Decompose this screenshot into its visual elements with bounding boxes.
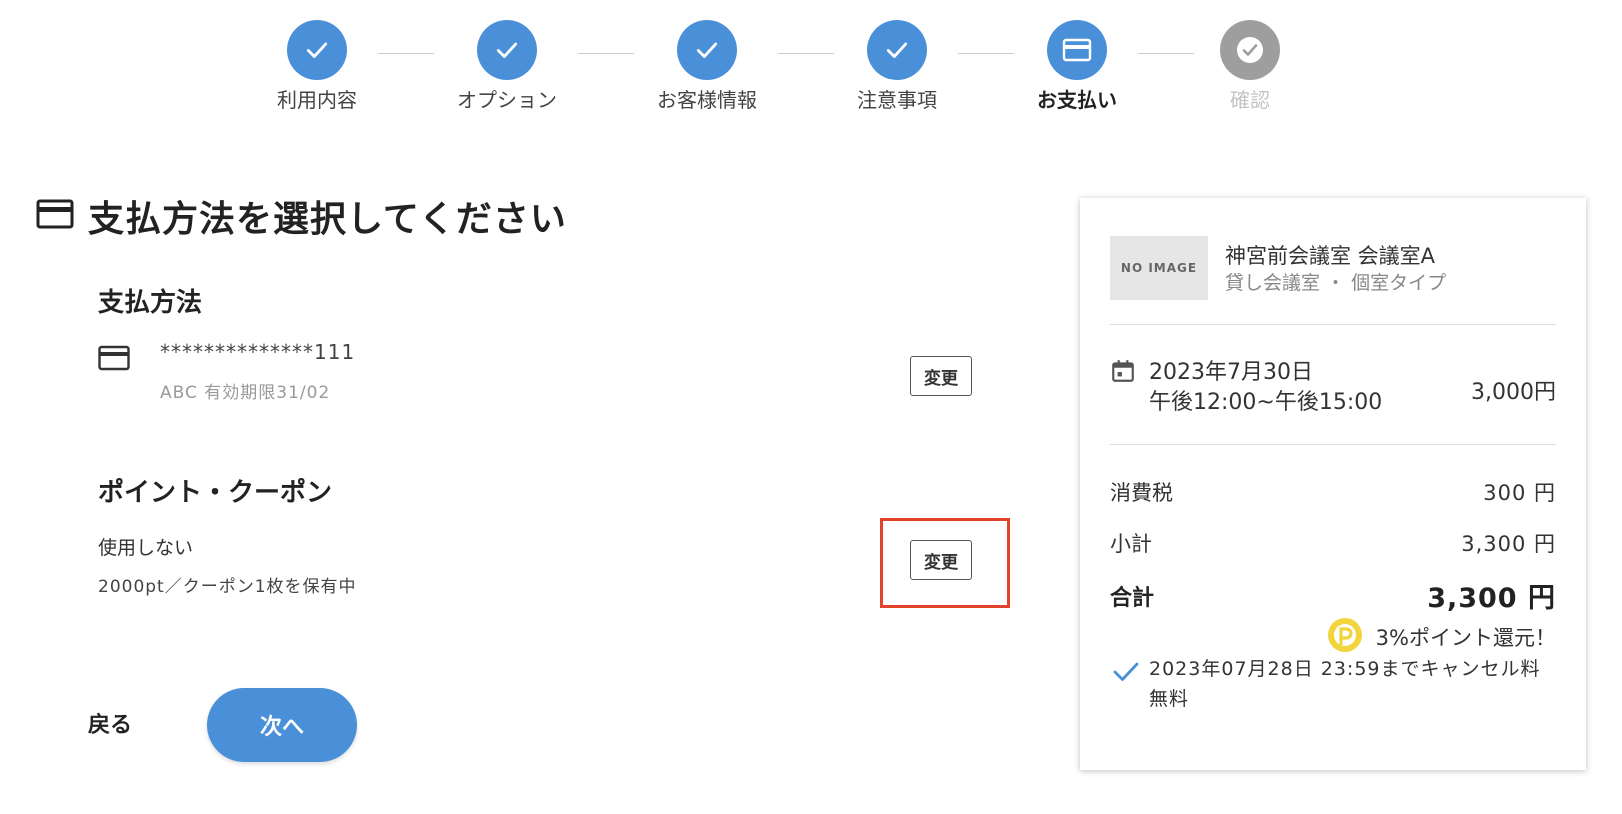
total-label: 合計	[1110, 586, 1155, 611]
step-label: お客様情報	[657, 88, 757, 112]
coupon-info: 2000pt／クーポン1枚を保有中	[98, 577, 357, 597]
credit-card-icon	[98, 345, 130, 375]
back-button[interactable]: 戻る	[88, 707, 132, 739]
base-price: 3,000円	[1471, 380, 1556, 405]
calendar-icon	[1110, 358, 1136, 388]
check-icon	[477, 20, 537, 80]
change-payment-button[interactable]: 変更	[910, 356, 972, 396]
booking-date: 2023年7月30日	[1149, 360, 1313, 385]
check-icon	[677, 20, 737, 80]
step-label: お支払い	[1037, 88, 1117, 112]
credit-card-icon	[36, 198, 74, 234]
card-number: **************111	[160, 340, 356, 364]
check-icon	[287, 20, 347, 80]
points-coupon-heading: ポイント・クーポン	[98, 478, 333, 508]
page-title: 支払方法を選択してください	[88, 199, 567, 240]
tax-label: 消費税	[1110, 481, 1173, 505]
booking-time: 午後12:00~午後15:00	[1149, 390, 1383, 415]
step-label: 確認	[1230, 88, 1270, 112]
points-reward: 3%ポイント還元！	[1326, 616, 1556, 658]
points-text: 3%ポイント還元！	[1375, 626, 1556, 650]
card-expiry: ABC 有効期限31/02	[160, 383, 331, 403]
step-usage: 利用内容	[247, 20, 387, 113]
check-circle-icon	[1220, 20, 1280, 80]
check-icon	[1112, 660, 1140, 688]
check-icon	[867, 20, 927, 80]
step-connector	[778, 53, 834, 54]
space-name: 神宮前会議室 会議室A	[1225, 244, 1436, 268]
step-label: 利用内容	[277, 88, 357, 112]
step-label: オプション	[457, 88, 557, 112]
next-button[interactable]: 次へ	[207, 688, 357, 762]
step-connector	[578, 53, 634, 54]
total-value: 3,300 円	[1427, 583, 1556, 614]
page-header: 支払方法を選択してください	[36, 190, 567, 242]
tax-value: 300 円	[1483, 481, 1556, 505]
space-thumbnail: NO IMAGE	[1110, 236, 1208, 300]
divider	[1110, 324, 1556, 325]
subtotal-value: 3,300 円	[1461, 532, 1556, 556]
credit-card-icon	[1047, 20, 1107, 80]
space-type: 貸し会議室 ・ 個室タイプ	[1225, 272, 1447, 294]
free-cancel-note: 2023年07月28日 23:59までキャンセル料無料	[1149, 658, 1541, 710]
coupon-status: 使用しない	[98, 537, 194, 559]
payment-method-heading: 支払方法	[98, 288, 203, 318]
step-notes: 注意事項	[827, 20, 967, 113]
points-icon	[1326, 616, 1364, 658]
progress-stepper: 利用内容 オプション お客様情報 注意事項 お支払い 確認	[0, 0, 1622, 120]
step-customer-info: お客様情報	[637, 20, 777, 113]
change-coupon-button[interactable]: 変更	[910, 540, 972, 580]
divider	[1110, 444, 1556, 445]
step-confirm: 確認	[1180, 20, 1320, 113]
step-label: 注意事項	[857, 88, 937, 112]
step-payment: お支払い	[1007, 20, 1147, 113]
subtotal-label: 小計	[1110, 532, 1152, 556]
step-options: オプション	[437, 20, 577, 113]
booking-summary: NO IMAGE 神宮前会議室 会議室A 貸し会議室 ・ 個室タイプ 2023年…	[1080, 198, 1586, 770]
